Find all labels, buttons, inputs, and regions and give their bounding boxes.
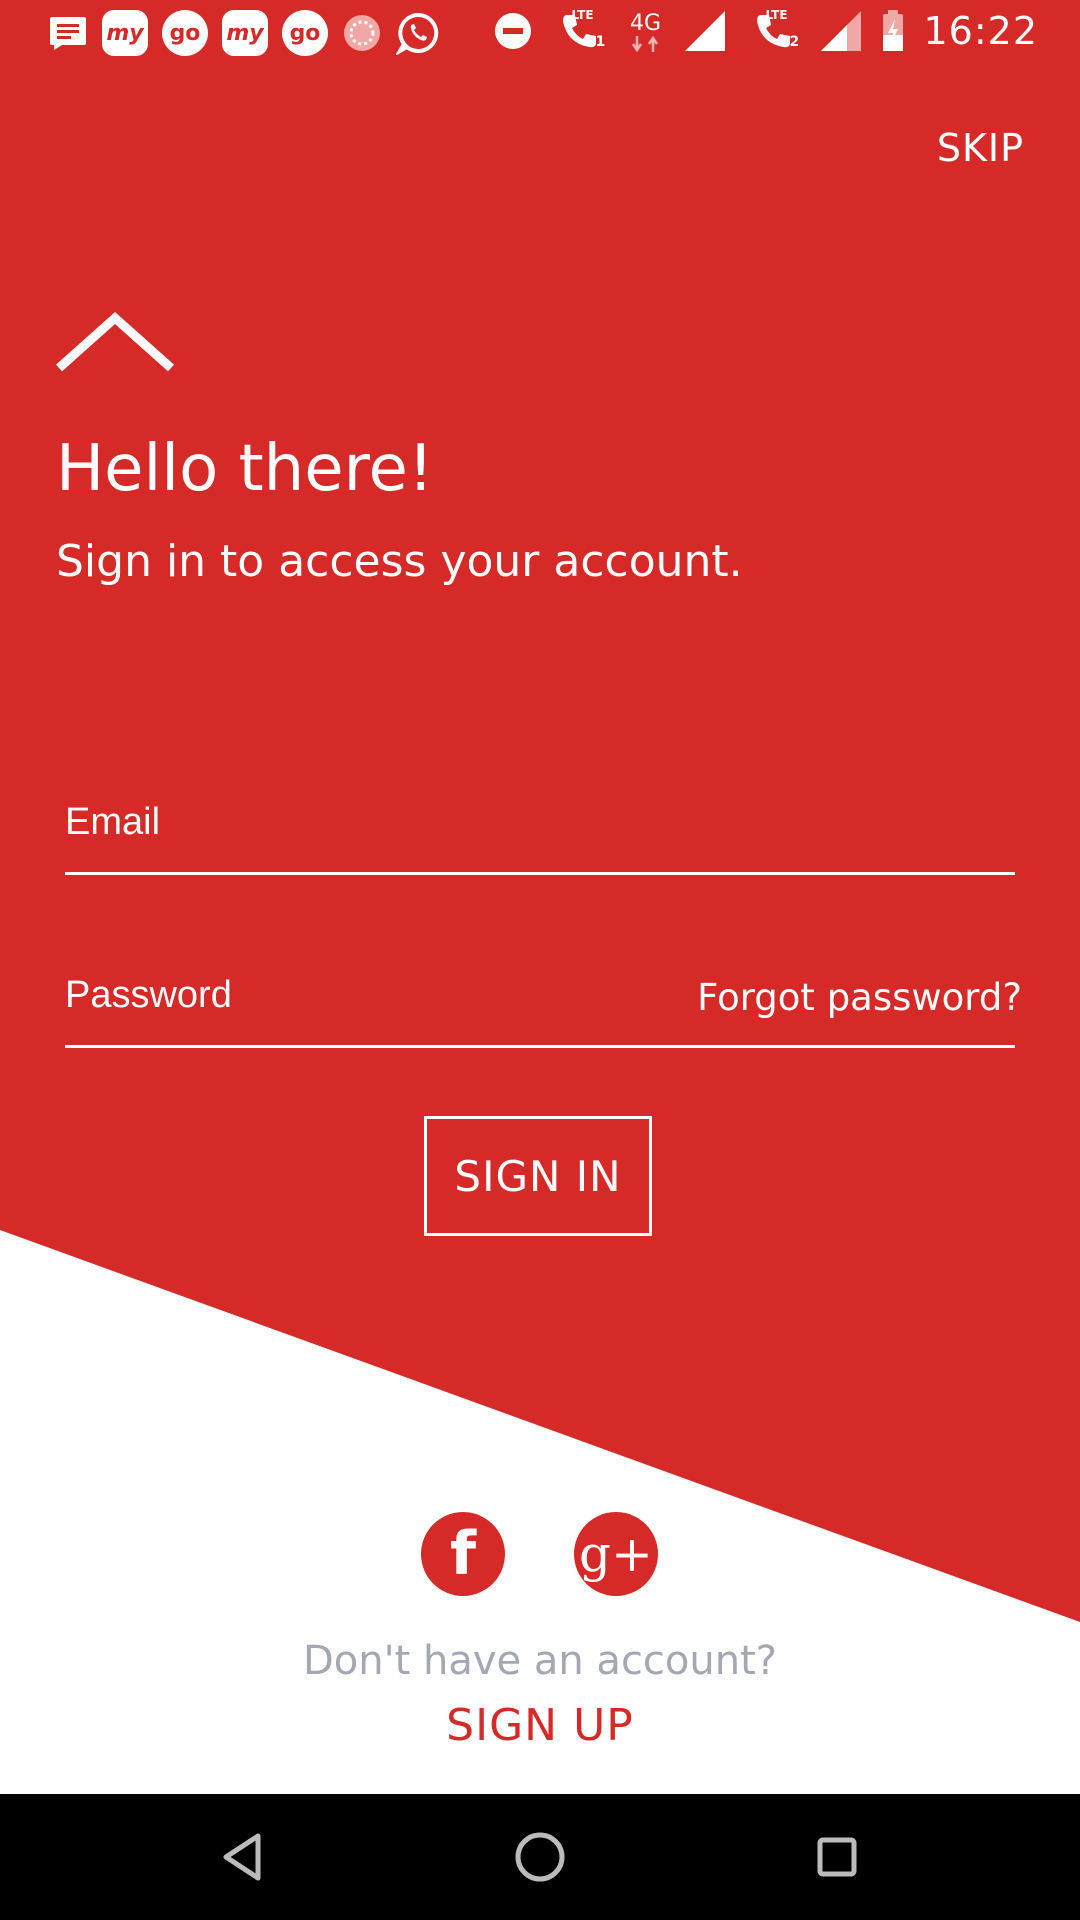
back-icon[interactable]	[207, 1822, 277, 1892]
message-icon	[48, 10, 88, 56]
4g-data-icon: 4G	[625, 8, 665, 54]
page-title: Hello there!	[56, 432, 434, 506]
email-field[interactable]	[65, 772, 1015, 872]
google-plus-icon: g+	[579, 1525, 653, 1583]
lte-call-2-icon: LTE 2	[745, 8, 801, 54]
system-status-icons: LTE 1 4G LTE 2 16:22	[493, 8, 1038, 54]
recents-icon[interactable]	[802, 1822, 872, 1892]
home-icon[interactable]	[505, 1822, 575, 1892]
forgot-password-link[interactable]: Forgot password?	[697, 976, 1022, 1019]
sign-in-button[interactable]: SIGN IN	[424, 1116, 652, 1236]
facebook-login-button[interactable]: f	[421, 1512, 505, 1596]
red-background	[0, 0, 1080, 1794]
do-not-disturb-icon	[493, 8, 533, 54]
sign-up-link[interactable]: SIGN UP	[0, 1700, 1080, 1751]
signal-icon	[683, 8, 727, 54]
status-bar: my go my go LTE 1 4G LTE 2 16:22	[0, 0, 1080, 64]
navigation-bar	[0, 1794, 1080, 1920]
battery-charging-icon	[881, 8, 905, 54]
lte-call-1-icon: LTE 1	[551, 8, 607, 54]
circle-app-icon	[342, 10, 382, 56]
skip-button[interactable]: SKIP	[937, 126, 1024, 170]
clock: 16:22	[923, 9, 1038, 53]
go-app-icon: go	[282, 10, 328, 56]
notification-icons: my go my go	[48, 10, 440, 56]
go-app-icon: go	[162, 10, 208, 56]
signal-weak-icon	[819, 8, 863, 54]
facebook-icon: f	[449, 1519, 477, 1589]
whatsapp-icon	[396, 10, 440, 56]
my-app-icon: my	[222, 10, 268, 56]
password-field[interactable]	[65, 945, 635, 1045]
page-subtitle: Sign in to access your account.	[56, 536, 743, 587]
no-account-text: Don't have an account?	[302, 1638, 778, 1684]
my-app-icon: my	[102, 10, 148, 56]
chevron-up-icon[interactable]	[54, 310, 176, 374]
email-field-container	[65, 772, 1015, 875]
google-plus-login-button[interactable]: g+	[574, 1512, 658, 1596]
